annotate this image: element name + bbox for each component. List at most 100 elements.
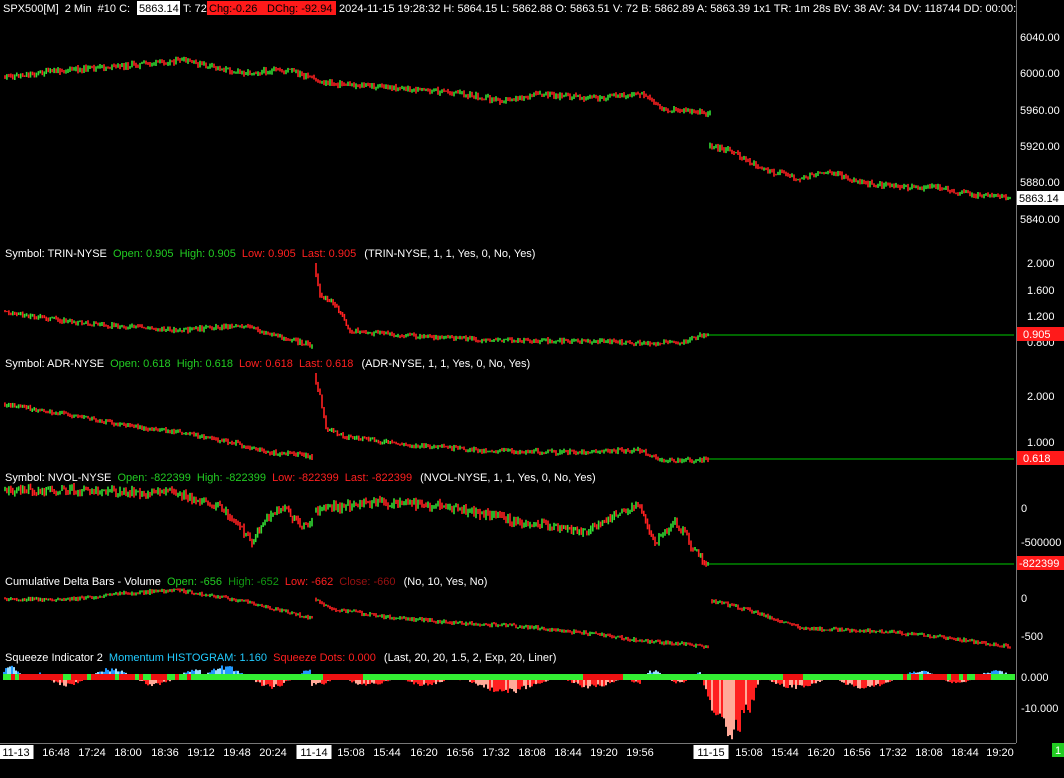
header-h: H: 5864.15 <box>443 3 497 15</box>
squeeze-dot <box>711 674 715 680</box>
squeeze-dot <box>47 674 51 680</box>
squeeze-dot <box>387 674 391 680</box>
squeeze-dot <box>987 674 991 680</box>
squeeze-dot <box>127 674 131 680</box>
histogram-bar <box>723 677 725 719</box>
squeeze-dot <box>939 674 943 680</box>
time-label: 19:56 <box>626 747 654 759</box>
squeeze-dot <box>787 674 791 680</box>
squeeze-dot <box>887 674 891 680</box>
squeeze-dot <box>251 674 255 680</box>
squeeze-dot <box>79 674 83 680</box>
squeeze-dot <box>967 674 971 680</box>
chart-canvas[interactable]: SPX500[M] 2 Min #10 C: 5863.14 T: 72 Chg… <box>0 0 1016 743</box>
squeeze-dot <box>919 674 923 680</box>
squeeze-dot <box>599 674 603 680</box>
squeeze-dot <box>411 674 415 680</box>
squeeze-dot <box>279 674 283 680</box>
squeeze-dot <box>671 674 675 680</box>
squeeze-dot <box>419 674 423 680</box>
chart-area[interactable]: SPX500[M] 2 Min #10 C: 5863.14 T: 72 Chg… <box>0 0 1016 743</box>
axis-label: 1.600 <box>1027 285 1055 297</box>
squeeze-dot <box>739 674 743 680</box>
squeeze-dot <box>91 674 95 680</box>
squeeze-dot <box>139 674 143 680</box>
squeeze-dot <box>983 674 987 680</box>
squeeze-dot <box>619 674 623 680</box>
squeeze-dot <box>231 674 235 680</box>
squeeze-dot <box>43 674 47 680</box>
squeeze-dot <box>3 674 7 680</box>
squeeze-dot <box>531 674 535 680</box>
header-bars: #10 <box>98 3 116 15</box>
squeeze-dot <box>119 674 123 680</box>
squeeze-dot <box>223 674 227 680</box>
header-datetime: 2024-11-15 19:28:32 <box>339 3 440 15</box>
squeeze-dot <box>11 674 15 680</box>
squeeze-dot <box>283 674 287 680</box>
squeeze-dot <box>287 674 291 680</box>
delta-series-day2 <box>315 597 709 649</box>
histogram-bar <box>745 677 747 705</box>
price-pane-ticks: 6040.00 6000.00 5960.00 5920.00 5880.00 … <box>1017 32 1064 226</box>
time-label: 15:44 <box>771 747 799 759</box>
header-l: L: 5862.88 <box>500 3 552 15</box>
squeeze-dot <box>795 674 799 680</box>
squeeze-dot <box>811 674 815 680</box>
squeeze-dot <box>299 674 303 680</box>
squeeze-dot <box>579 674 583 680</box>
squeeze-dot <box>435 674 439 680</box>
svg-text:Chg:-0.26: Chg:-0.26 <box>209 3 257 15</box>
squeeze-dot <box>571 674 575 680</box>
corner-status: 1 <box>1016 743 1064 777</box>
squeeze-dot <box>663 674 667 680</box>
squeeze-dot <box>515 674 519 680</box>
squeeze-dot <box>963 674 967 680</box>
squeeze-dot <box>767 674 771 680</box>
price-bars-layer <box>4 56 1011 649</box>
squeeze-dot <box>311 674 315 680</box>
squeeze-dot <box>923 674 927 680</box>
squeeze-dot <box>383 674 387 680</box>
squeeze-dot <box>807 674 811 680</box>
histogram-bar <box>749 677 751 713</box>
squeeze-dot <box>27 674 31 680</box>
squeeze-dot <box>87 674 91 680</box>
price-axis-canvas: 6040.00 6000.00 5960.00 5920.00 5880.00 … <box>1017 32 1064 715</box>
squeeze-dot <box>667 674 671 680</box>
squeeze-dot <box>103 674 107 680</box>
adr-series-day1 <box>4 402 313 460</box>
squeeze-dot <box>487 674 491 680</box>
time-label: 16:56 <box>843 747 871 759</box>
squeeze-dot <box>779 674 783 680</box>
squeeze-dot <box>763 674 767 680</box>
squeeze-dot <box>523 674 527 680</box>
histogram-bar <box>739 677 741 732</box>
nvol-pane-ticks: 0 -500000 -822399 <box>1017 503 1064 570</box>
histogram-bar <box>709 677 711 701</box>
header-ticks-value: 72 <box>195 3 207 15</box>
squeeze-dot <box>703 674 707 680</box>
squeeze-dot <box>979 674 983 680</box>
nvol-last-label: -822399 <box>1019 558 1059 570</box>
nvol-series-day1 <box>4 483 313 548</box>
squeeze-dot <box>471 674 475 680</box>
price-series-day2 <box>709 142 1011 201</box>
squeeze-dot <box>255 674 259 680</box>
squeeze-dot <box>503 674 507 680</box>
squeeze-dot <box>555 674 559 680</box>
price-axis[interactable]: 6040.00 6000.00 5960.00 5920.00 5880.00 … <box>1016 0 1064 743</box>
squeeze-dot <box>115 674 119 680</box>
axis-label: 5840.00 <box>1020 214 1060 226</box>
header-dchg-label: DChg: <box>267 3 298 15</box>
squeeze-dot <box>827 674 831 680</box>
time-axis[interactable]: 11-13 16:48 17:24 18:00 18:36 19:12 19:48 20:24… <box>0 743 1016 778</box>
squeeze-dot <box>791 674 795 680</box>
squeeze-dot <box>543 674 547 680</box>
squeeze-dot <box>819 674 823 680</box>
squeeze-dot <box>903 674 907 680</box>
squeeze-dot <box>315 674 319 680</box>
squeeze-dot <box>475 674 479 680</box>
squeeze-dot <box>179 674 183 680</box>
squeeze-dot <box>307 674 311 680</box>
